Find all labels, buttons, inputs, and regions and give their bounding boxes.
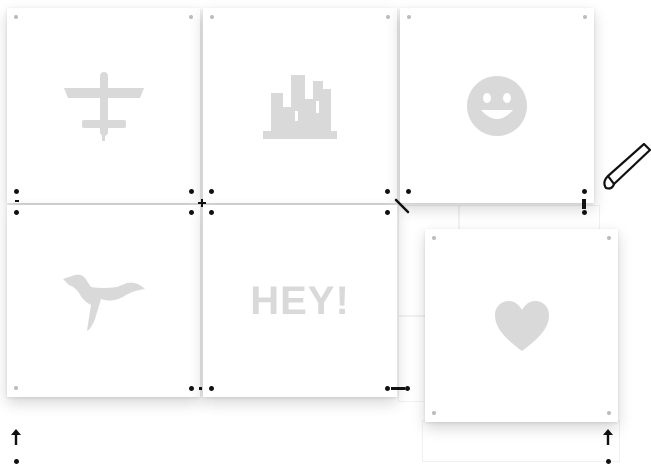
pin-handle[interactable]	[14, 210, 19, 215]
hey-text: HEY!	[250, 278, 350, 323]
smiley-face-icon	[400, 8, 594, 203]
up-arrow-icon[interactable]	[601, 428, 615, 446]
pin-handle[interactable]	[385, 210, 390, 215]
pin-handle[interactable]	[606, 459, 611, 464]
diagonal-connector	[394, 198, 410, 214]
pin-handle[interactable]	[209, 210, 214, 215]
tile-airplane[interactable]	[7, 8, 200, 203]
airplane-icon	[7, 8, 200, 203]
pin-handle[interactable]	[14, 459, 19, 464]
tile-heart[interactable]	[425, 229, 618, 422]
tile-city[interactable]	[203, 8, 397, 203]
drop-connector	[582, 199, 586, 209]
canvas: HEY!	[0, 0, 651, 467]
pen-icon[interactable]	[600, 140, 651, 192]
ghost-grid-cell	[422, 420, 620, 462]
tile-smiley[interactable]	[400, 8, 594, 203]
tile-hey[interactable]: HEY!	[203, 205, 397, 397]
flying-bird-icon	[7, 205, 200, 397]
hey-text-glyph: HEY!	[203, 205, 397, 397]
pin-handle[interactable]	[209, 386, 214, 391]
heart-icon	[425, 229, 618, 422]
pin-handle[interactable]	[385, 189, 390, 194]
ghost-grid-cell	[458, 205, 600, 232]
pin-handle[interactable]	[582, 210, 587, 215]
pin-handle[interactable]	[385, 386, 390, 391]
up-arrow-icon[interactable]	[9, 428, 23, 446]
pin-handle[interactable]	[189, 189, 194, 194]
join-mark	[15, 200, 19, 202]
tile-bird[interactable]	[7, 205, 200, 397]
pin-handle[interactable]	[14, 189, 19, 194]
horizontal-connector	[391, 387, 405, 390]
pin-handle[interactable]	[582, 189, 587, 194]
city-skyline-icon	[203, 8, 397, 203]
join-mark	[199, 387, 202, 390]
pin-handle[interactable]	[189, 386, 194, 391]
pin-handle[interactable]	[405, 386, 410, 391]
pin-handle[interactable]	[406, 189, 411, 194]
cross-mark	[201, 199, 203, 207]
pin-handle[interactable]	[189, 210, 194, 215]
pin-handle[interactable]	[209, 189, 214, 194]
